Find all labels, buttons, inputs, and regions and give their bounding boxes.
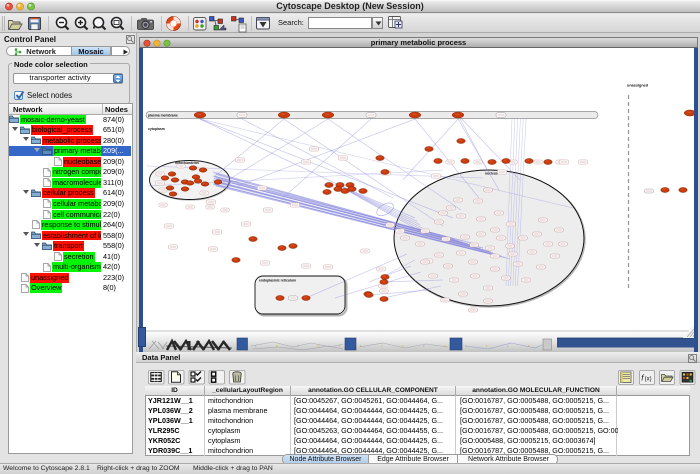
svg-text:endoplasmic reticulum: endoplasmic reticulum [259,279,296,283]
svg-text:nucleus: nucleus [485,172,498,176]
svg-text:unassigned: unassigned [627,84,649,88]
svg-text:plasma membrane: plasma membrane [148,114,178,118]
svg-text:cytoplasm: cytoplasm [148,127,165,131]
svg-text:(x): (x) [645,377,652,383]
